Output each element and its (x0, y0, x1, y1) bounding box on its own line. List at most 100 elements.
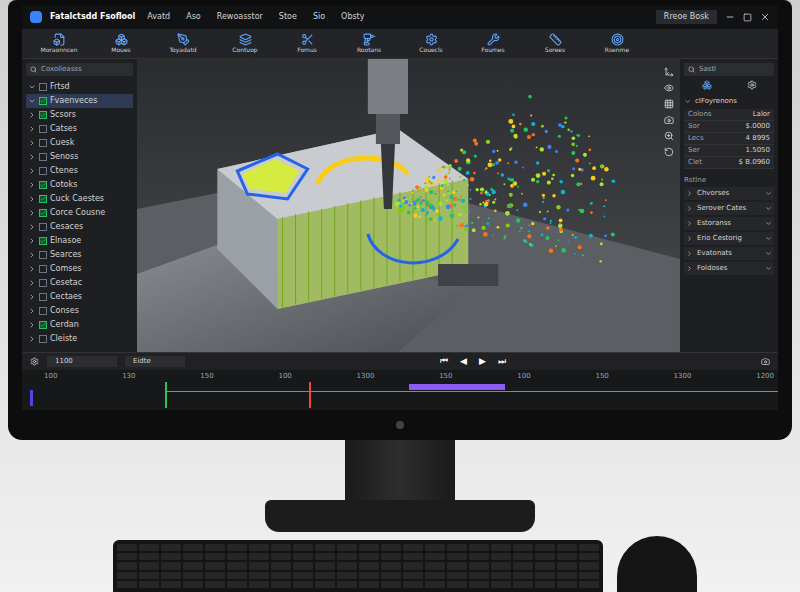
tree-checkbox[interactable] (39, 111, 47, 119)
toolbar-button[interactable]: Rootans (340, 31, 398, 57)
menu-item[interactable]: Rewoasstor (213, 11, 267, 23)
tree-checkbox[interactable] (39, 139, 47, 147)
tree-item[interactable]: Cesaces (26, 220, 133, 234)
tree-item[interactable]: Ctenes (26, 164, 133, 178)
tree-checkbox[interactable] (39, 307, 47, 315)
tree-checkbox[interactable] (39, 223, 47, 231)
tree-item[interactable]: Cleiste (26, 332, 133, 346)
toolbar-button[interactable]: Rsenme (588, 31, 646, 57)
expand-icon[interactable] (28, 125, 36, 133)
tree-search[interactable]: Coxolleasss (26, 63, 133, 76)
tree-item[interactable]: Catses (26, 122, 133, 136)
tree-item[interactable]: Cerdan (26, 318, 133, 332)
menu-item[interactable]: Stoe (275, 11, 301, 23)
group-item[interactable]: Serover Cates (684, 202, 774, 215)
expand-icon[interactable] (28, 293, 36, 301)
tree-checkbox[interactable] (39, 265, 47, 273)
property-row[interactable]: ColonsLalor (684, 109, 774, 121)
camera-icon[interactable] (761, 357, 770, 366)
tree-item[interactable]: Conses (26, 304, 133, 318)
tree-checkbox[interactable] (39, 181, 47, 189)
view-tool-icon[interactable] (664, 83, 674, 93)
expand-icon[interactable] (28, 111, 36, 119)
properties-search[interactable]: Sastl (684, 63, 774, 76)
tree-checkbox[interactable] (39, 97, 47, 105)
maximize-icon[interactable] (743, 13, 752, 22)
playback-control[interactable]: ⏮ (440, 357, 448, 366)
expand-icon[interactable] (28, 139, 36, 147)
settings-icon[interactable] (30, 357, 39, 366)
tree-item[interactable]: Senoss (26, 150, 133, 164)
property-row[interactable]: Clet$ B.0960 (684, 157, 774, 169)
tree-item[interactable]: Cesetac (26, 276, 133, 290)
expand-icon[interactable] (28, 321, 36, 329)
tree-checkbox[interactable] (39, 125, 47, 133)
toolbar-button[interactable]: Sorees (526, 31, 584, 57)
expand-icon[interactable] (28, 265, 36, 273)
tree-checkbox[interactable] (39, 83, 47, 91)
tree-item[interactable]: Frtsd (26, 80, 133, 94)
playback-control[interactable]: ◀ (460, 357, 467, 366)
toolbar-button[interactable]: Contuop (216, 31, 274, 57)
expand-icon[interactable] (28, 195, 36, 203)
tree-item[interactable]: Searces (26, 248, 133, 262)
toolbar-button[interactable]: Couecls (402, 31, 460, 57)
tree-item[interactable]: Cectaes (26, 290, 133, 304)
expand-icon[interactable] (28, 167, 36, 175)
collapse-icon[interactable] (28, 97, 36, 105)
menu-item[interactable]: Aso (182, 11, 205, 23)
group-item[interactable]: Chvorses (684, 187, 774, 200)
tree-item[interactable]: Cotoks (26, 178, 133, 192)
close-icon[interactable] (760, 12, 770, 22)
tree-checkbox[interactable] (39, 153, 47, 161)
collapse-icon[interactable] (28, 83, 36, 91)
tree-item[interactable]: Fvaenveces (26, 94, 133, 108)
tree-checkbox[interactable] (39, 167, 47, 175)
expand-icon[interactable] (28, 307, 36, 315)
playback-control[interactable]: ▶ (479, 357, 486, 366)
group-item[interactable]: Estoranss (684, 217, 774, 230)
expand-icon[interactable] (28, 181, 36, 189)
toolbar-button[interactable]: Toyadatd (154, 31, 212, 57)
group-item[interactable]: Foldoses (684, 262, 774, 275)
toolbar-button[interactable]: Moraonncen (30, 31, 88, 57)
toolbar-button[interactable]: Foumes (464, 31, 522, 57)
tree-checkbox[interactable] (39, 237, 47, 245)
view-tool-icon[interactable] (664, 99, 674, 109)
tree-item[interactable]: Cuesk (26, 136, 133, 150)
expand-icon[interactable] (28, 153, 36, 161)
view-tool-icon[interactable] (664, 147, 674, 157)
machining-viewport[interactable] (137, 59, 680, 352)
frame-field[interactable]: 1100 (47, 356, 117, 367)
view-tool-icon[interactable] (664, 67, 674, 77)
tree-checkbox[interactable] (39, 251, 47, 259)
mode-select[interactable]: Eidte (125, 356, 185, 367)
tree-checkbox[interactable] (39, 335, 47, 343)
tree-item[interactable]: Corce Cousne (26, 206, 133, 220)
view-tool-icon[interactable] (664, 131, 674, 141)
property-row[interactable]: Sor$.0000 (684, 121, 774, 133)
property-row[interactable]: Lecs4 8995 (684, 133, 774, 145)
tree-checkbox[interactable] (39, 195, 47, 203)
tree-checkbox[interactable] (39, 279, 47, 287)
playback-control[interactable]: ⏭ (498, 357, 506, 366)
tree-checkbox[interactable] (39, 293, 47, 301)
tree-item[interactable]: Scsors (26, 108, 133, 122)
expand-icon[interactable] (28, 237, 36, 245)
expand-icon[interactable] (28, 279, 36, 287)
timeline-track[interactable]: 100130150100130015010015013001200 (40, 370, 778, 410)
expand-icon[interactable] (28, 335, 36, 343)
tree-item[interactable]: Comses (26, 262, 133, 276)
tree-item[interactable]: Elnasoe (26, 234, 133, 248)
settings-icon[interactable] (747, 80, 757, 90)
menu-item[interactable]: Obsty (337, 11, 368, 23)
section-header[interactable]: cIFoyrenons (684, 94, 774, 109)
timeline-marker[interactable] (309, 382, 311, 408)
view-tool-icon[interactable] (664, 115, 674, 125)
tree-checkbox[interactable] (39, 321, 47, 329)
toolbar-button[interactable]: Moues (92, 31, 150, 57)
toolbar-button[interactable]: Fomus (278, 31, 336, 57)
account-label[interactable]: Rreoe Bosk (656, 10, 717, 24)
group-item[interactable]: Erio Cestorig (684, 232, 774, 245)
timeline-marker[interactable] (165, 382, 167, 408)
